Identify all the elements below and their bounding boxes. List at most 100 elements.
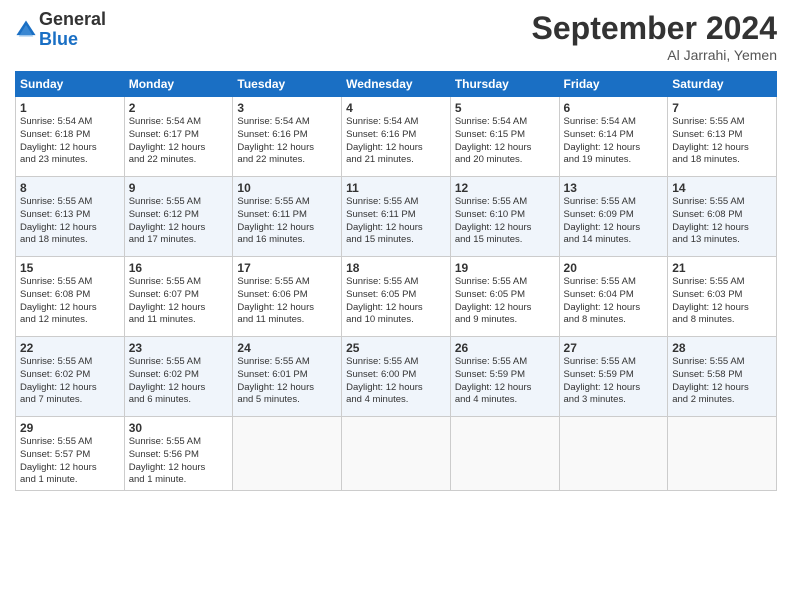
day-number: 20 [564,261,664,275]
day-info: Sunrise: 5:55 AM Sunset: 6:05 PM Dayligh… [346,276,446,327]
table-row: 6Sunrise: 5:54 AM Sunset: 6:14 PM Daylig… [559,97,668,177]
day-number: 5 [455,101,555,115]
weekday-header-row: Sunday Monday Tuesday Wednesday Thursday… [16,72,777,97]
day-number: 16 [129,261,229,275]
location: Al Jarrahi, Yemen [532,47,777,63]
day-info: Sunrise: 5:55 AM Sunset: 6:05 PM Dayligh… [455,276,555,327]
day-info: Sunrise: 5:55 AM Sunset: 6:11 PM Dayligh… [346,196,446,247]
day-info: Sunrise: 5:55 AM Sunset: 5:56 PM Dayligh… [129,436,229,487]
table-row: 4Sunrise: 5:54 AM Sunset: 6:16 PM Daylig… [342,97,451,177]
day-info: Sunrise: 5:55 AM Sunset: 6:00 PM Dayligh… [346,356,446,407]
table-row: 12Sunrise: 5:55 AM Sunset: 6:10 PM Dayli… [450,177,559,257]
day-number: 11 [346,181,446,195]
day-info: Sunrise: 5:55 AM Sunset: 5:59 PM Dayligh… [455,356,555,407]
day-info: Sunrise: 5:55 AM Sunset: 6:02 PM Dayligh… [20,356,120,407]
table-row: 11Sunrise: 5:55 AM Sunset: 6:11 PM Dayli… [342,177,451,257]
table-row: 25Sunrise: 5:55 AM Sunset: 6:00 PM Dayli… [342,337,451,417]
logo: General Blue [15,10,106,50]
table-row: 29Sunrise: 5:55 AM Sunset: 5:57 PM Dayli… [16,417,125,491]
table-row: 27Sunrise: 5:55 AM Sunset: 5:59 PM Dayli… [559,337,668,417]
day-number: 21 [672,261,772,275]
table-row: 10Sunrise: 5:55 AM Sunset: 6:11 PM Dayli… [233,177,342,257]
day-number: 3 [237,101,337,115]
day-number: 13 [564,181,664,195]
day-number: 12 [455,181,555,195]
day-number: 24 [237,341,337,355]
table-row: 17Sunrise: 5:55 AM Sunset: 6:06 PM Dayli… [233,257,342,337]
table-row [668,417,777,491]
day-number: 29 [20,421,120,435]
table-row: 20Sunrise: 5:55 AM Sunset: 6:04 PM Dayli… [559,257,668,337]
table-row: 24Sunrise: 5:55 AM Sunset: 6:01 PM Dayli… [233,337,342,417]
day-info: Sunrise: 5:54 AM Sunset: 6:17 PM Dayligh… [129,116,229,167]
day-number: 30 [129,421,229,435]
table-row: 5Sunrise: 5:54 AM Sunset: 6:15 PM Daylig… [450,97,559,177]
day-number: 2 [129,101,229,115]
logo-text-general: General [39,9,106,29]
day-number: 23 [129,341,229,355]
day-number: 4 [346,101,446,115]
table-row: 30Sunrise: 5:55 AM Sunset: 5:56 PM Dayli… [124,417,233,491]
day-number: 10 [237,181,337,195]
day-info: Sunrise: 5:55 AM Sunset: 6:02 PM Dayligh… [129,356,229,407]
day-info: Sunrise: 5:54 AM Sunset: 6:14 PM Dayligh… [564,116,664,167]
page: General Blue September 2024 Al Jarrahi, … [0,0,792,612]
table-row: 1Sunrise: 5:54 AM Sunset: 6:18 PM Daylig… [16,97,125,177]
day-info: Sunrise: 5:55 AM Sunset: 6:10 PM Dayligh… [455,196,555,247]
table-row: 28Sunrise: 5:55 AM Sunset: 5:58 PM Dayli… [668,337,777,417]
table-row: 2Sunrise: 5:54 AM Sunset: 6:17 PM Daylig… [124,97,233,177]
table-row: 16Sunrise: 5:55 AM Sunset: 6:07 PM Dayli… [124,257,233,337]
day-info: Sunrise: 5:55 AM Sunset: 6:06 PM Dayligh… [237,276,337,327]
day-number: 9 [129,181,229,195]
header-sunday: Sunday [16,72,125,97]
day-number: 8 [20,181,120,195]
day-info: Sunrise: 5:55 AM Sunset: 6:08 PM Dayligh… [672,196,772,247]
day-number: 14 [672,181,772,195]
table-row [450,417,559,491]
table-row: 23Sunrise: 5:55 AM Sunset: 6:02 PM Dayli… [124,337,233,417]
day-info: Sunrise: 5:54 AM Sunset: 6:15 PM Dayligh… [455,116,555,167]
day-info: Sunrise: 5:55 AM Sunset: 6:09 PM Dayligh… [564,196,664,247]
day-info: Sunrise: 5:55 AM Sunset: 5:59 PM Dayligh… [564,356,664,407]
day-number: 26 [455,341,555,355]
logo-icon [15,19,37,41]
table-row: 14Sunrise: 5:55 AM Sunset: 6:08 PM Dayli… [668,177,777,257]
day-info: Sunrise: 5:55 AM Sunset: 5:57 PM Dayligh… [20,436,120,487]
day-info: Sunrise: 5:55 AM Sunset: 6:04 PM Dayligh… [564,276,664,327]
day-number: 7 [672,101,772,115]
day-info: Sunrise: 5:55 AM Sunset: 6:03 PM Dayligh… [672,276,772,327]
table-row: 7Sunrise: 5:55 AM Sunset: 6:13 PM Daylig… [668,97,777,177]
day-number: 22 [20,341,120,355]
day-info: Sunrise: 5:55 AM Sunset: 6:07 PM Dayligh… [129,276,229,327]
header-friday: Friday [559,72,668,97]
day-info: Sunrise: 5:55 AM Sunset: 6:13 PM Dayligh… [20,196,120,247]
day-number: 18 [346,261,446,275]
day-info: Sunrise: 5:55 AM Sunset: 6:11 PM Dayligh… [237,196,337,247]
header-saturday: Saturday [668,72,777,97]
header-monday: Monday [124,72,233,97]
header: General Blue September 2024 Al Jarrahi, … [15,10,777,63]
header-tuesday: Tuesday [233,72,342,97]
table-row: 15Sunrise: 5:55 AM Sunset: 6:08 PM Dayli… [16,257,125,337]
table-row [233,417,342,491]
title-block: September 2024 Al Jarrahi, Yemen [532,10,777,63]
table-row [342,417,451,491]
day-number: 1 [20,101,120,115]
table-row: 3Sunrise: 5:54 AM Sunset: 6:16 PM Daylig… [233,97,342,177]
day-number: 27 [564,341,664,355]
day-info: Sunrise: 5:54 AM Sunset: 6:16 PM Dayligh… [237,116,337,167]
header-thursday: Thursday [450,72,559,97]
day-number: 25 [346,341,446,355]
month-title: September 2024 [532,10,777,47]
table-row: 18Sunrise: 5:55 AM Sunset: 6:05 PM Dayli… [342,257,451,337]
logo-text-blue: Blue [39,30,106,50]
calendar-table: Sunday Monday Tuesday Wednesday Thursday… [15,71,777,491]
day-info: Sunrise: 5:54 AM Sunset: 6:16 PM Dayligh… [346,116,446,167]
day-number: 19 [455,261,555,275]
table-row: 13Sunrise: 5:55 AM Sunset: 6:09 PM Dayli… [559,177,668,257]
table-row: 22Sunrise: 5:55 AM Sunset: 6:02 PM Dayli… [16,337,125,417]
table-row: 8Sunrise: 5:55 AM Sunset: 6:13 PM Daylig… [16,177,125,257]
day-info: Sunrise: 5:55 AM Sunset: 6:08 PM Dayligh… [20,276,120,327]
table-row [559,417,668,491]
day-info: Sunrise: 5:55 AM Sunset: 6:13 PM Dayligh… [672,116,772,167]
